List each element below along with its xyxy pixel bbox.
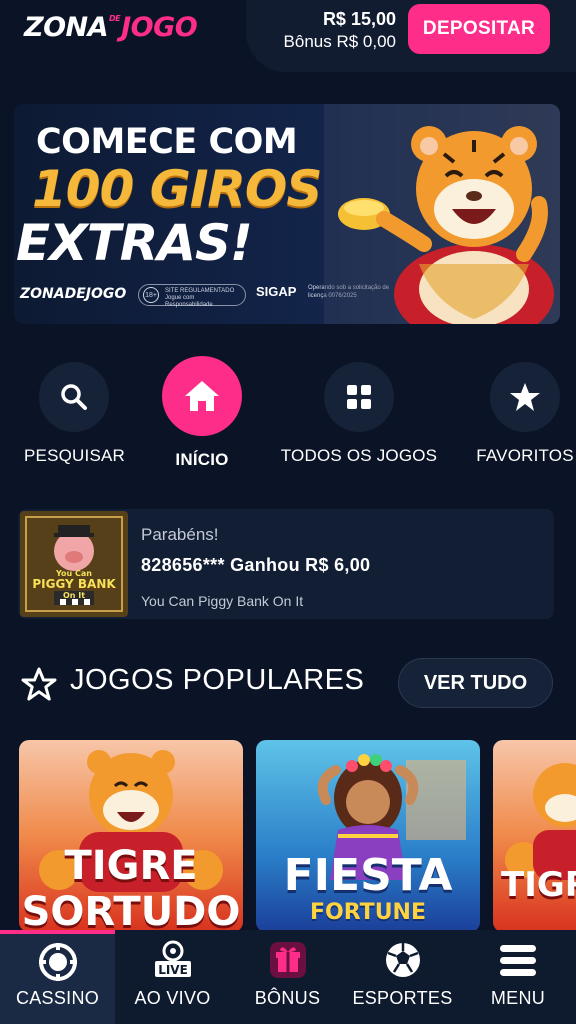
nav-favorites-label: FAVORITOS [476,446,574,465]
casino-chip-icon [36,940,80,984]
see-all-button[interactable]: VER TUDO [398,658,553,708]
popular-star-icon [21,667,57,701]
nav-search-label: PESQUISAR [24,446,125,465]
game-title-line1: TIGRE [501,865,576,905]
bottom-nav-casino-label: CASSINO [15,988,100,1008]
banner-line1: COMECE COM [36,122,298,162]
site-logo[interactable]: ZONADEJOGO [24,12,198,43]
gift-icon [266,938,310,982]
age-18-icon: 18+ [143,287,159,303]
game-card[interactable]: TIGRE SORTUDO [19,740,243,932]
banner-line3: EXTRAS! [16,214,253,272]
bottom-nav-bonus[interactable]: BÔNUS [230,930,345,1024]
top-header: ZONADEJOGO R$ 15,00 Bônus R$ 0,00 DEPOSI… [0,0,576,72]
svg-text:LIVE: LIVE [158,963,188,977]
winner-congrats: Parabéns! [141,525,219,544]
balance-panel: R$ 15,00 Bônus R$ 0,00 DEPOSITAR [246,0,576,72]
game-title-line2: FORTUNE [310,900,426,925]
game-title-line2: SORTUDO [21,889,241,932]
winner-message: 828656*** Ganhou R$ 6,00 [141,555,371,575]
game-title-line1: FIESTA [283,850,453,901]
bottom-nav-menu-label: MENU [490,988,546,1008]
bottom-navigation: CASSINO LIVE AO VIVO BÔNUS ESPORTES MENU [0,930,576,1024]
logo-text-part1: ZONA [24,12,109,43]
game-card[interactable]: TIGRE [493,740,576,932]
banner-footer-logo: ZONADEJOGO [20,286,127,302]
sigap-logo: SIGAP [256,284,297,299]
deposit-button[interactable]: DEPOSITAR [408,4,550,54]
bonus-balance: Bônus R$ 0,00 [283,32,396,51]
popular-section-title: JOGOS POPULARES [70,664,365,696]
soccer-ball-icon [381,938,425,982]
nav-home-label: INÍCIO [175,450,229,469]
thumb-line3: On It [62,591,86,600]
bottom-nav-live-label: AO VIVO [134,988,211,1008]
responsible-gaming-badge: 18+ SITE REGULAMENTADO Jogue com Respons… [138,284,246,308]
menu-icon [496,938,540,982]
bottom-nav-casino[interactable]: CASSINO [0,930,115,1024]
game-title-line1: TIGRE [64,843,198,889]
nav-home[interactable]: INÍCIO [150,356,254,470]
star-icon [490,362,560,432]
nav-all-games[interactable]: TODOS OS JOGOS [276,362,442,466]
thumb-line2: PIGGY BANK [32,577,116,591]
live-icon: LIVE [151,938,195,982]
bottom-nav-menu[interactable]: MENU [460,930,576,1024]
bottom-nav-sports[interactable]: ESPORTES [345,930,460,1024]
grid-icon [324,362,394,432]
nav-search[interactable]: PESQUISAR [24,362,125,466]
bottom-nav-sports-label: ESPORTES [352,988,453,1008]
logo-text-part3: JOGO [121,12,198,43]
recent-winner-card[interactable]: You Can PIGGY BANK On It Parabéns! 82865… [18,509,554,619]
promo-banner[interactable]: COMECE COM 100 GIROS EXTRAS! ZONADEJOGO … [14,104,560,324]
game-card[interactable]: FIESTA FORTUNE [256,740,480,932]
nav-favorites[interactable]: FAVORITOS [474,362,576,466]
logo-text-part2: DE [109,14,121,23]
winner-game-name: You Can Piggy Bank On It [141,593,304,609]
banner-line2: 100 GIROS [32,160,322,218]
tiger-mascot-illustration [324,104,560,324]
home-icon [162,356,242,436]
responsible-text: SITE REGULAMENTADO Jogue com Responsabil… [165,288,235,308]
winner-game-thumbnail: You Can PIGGY BANK On It [20,511,128,617]
bottom-nav-bonus-label: BÔNUS [254,988,321,1008]
search-icon [39,362,109,432]
balance-amount: R$ 15,00 [322,9,396,29]
bottom-nav-live[interactable]: LIVE AO VIVO [115,930,230,1024]
nav-all-games-label: TODOS OS JOGOS [280,446,438,465]
